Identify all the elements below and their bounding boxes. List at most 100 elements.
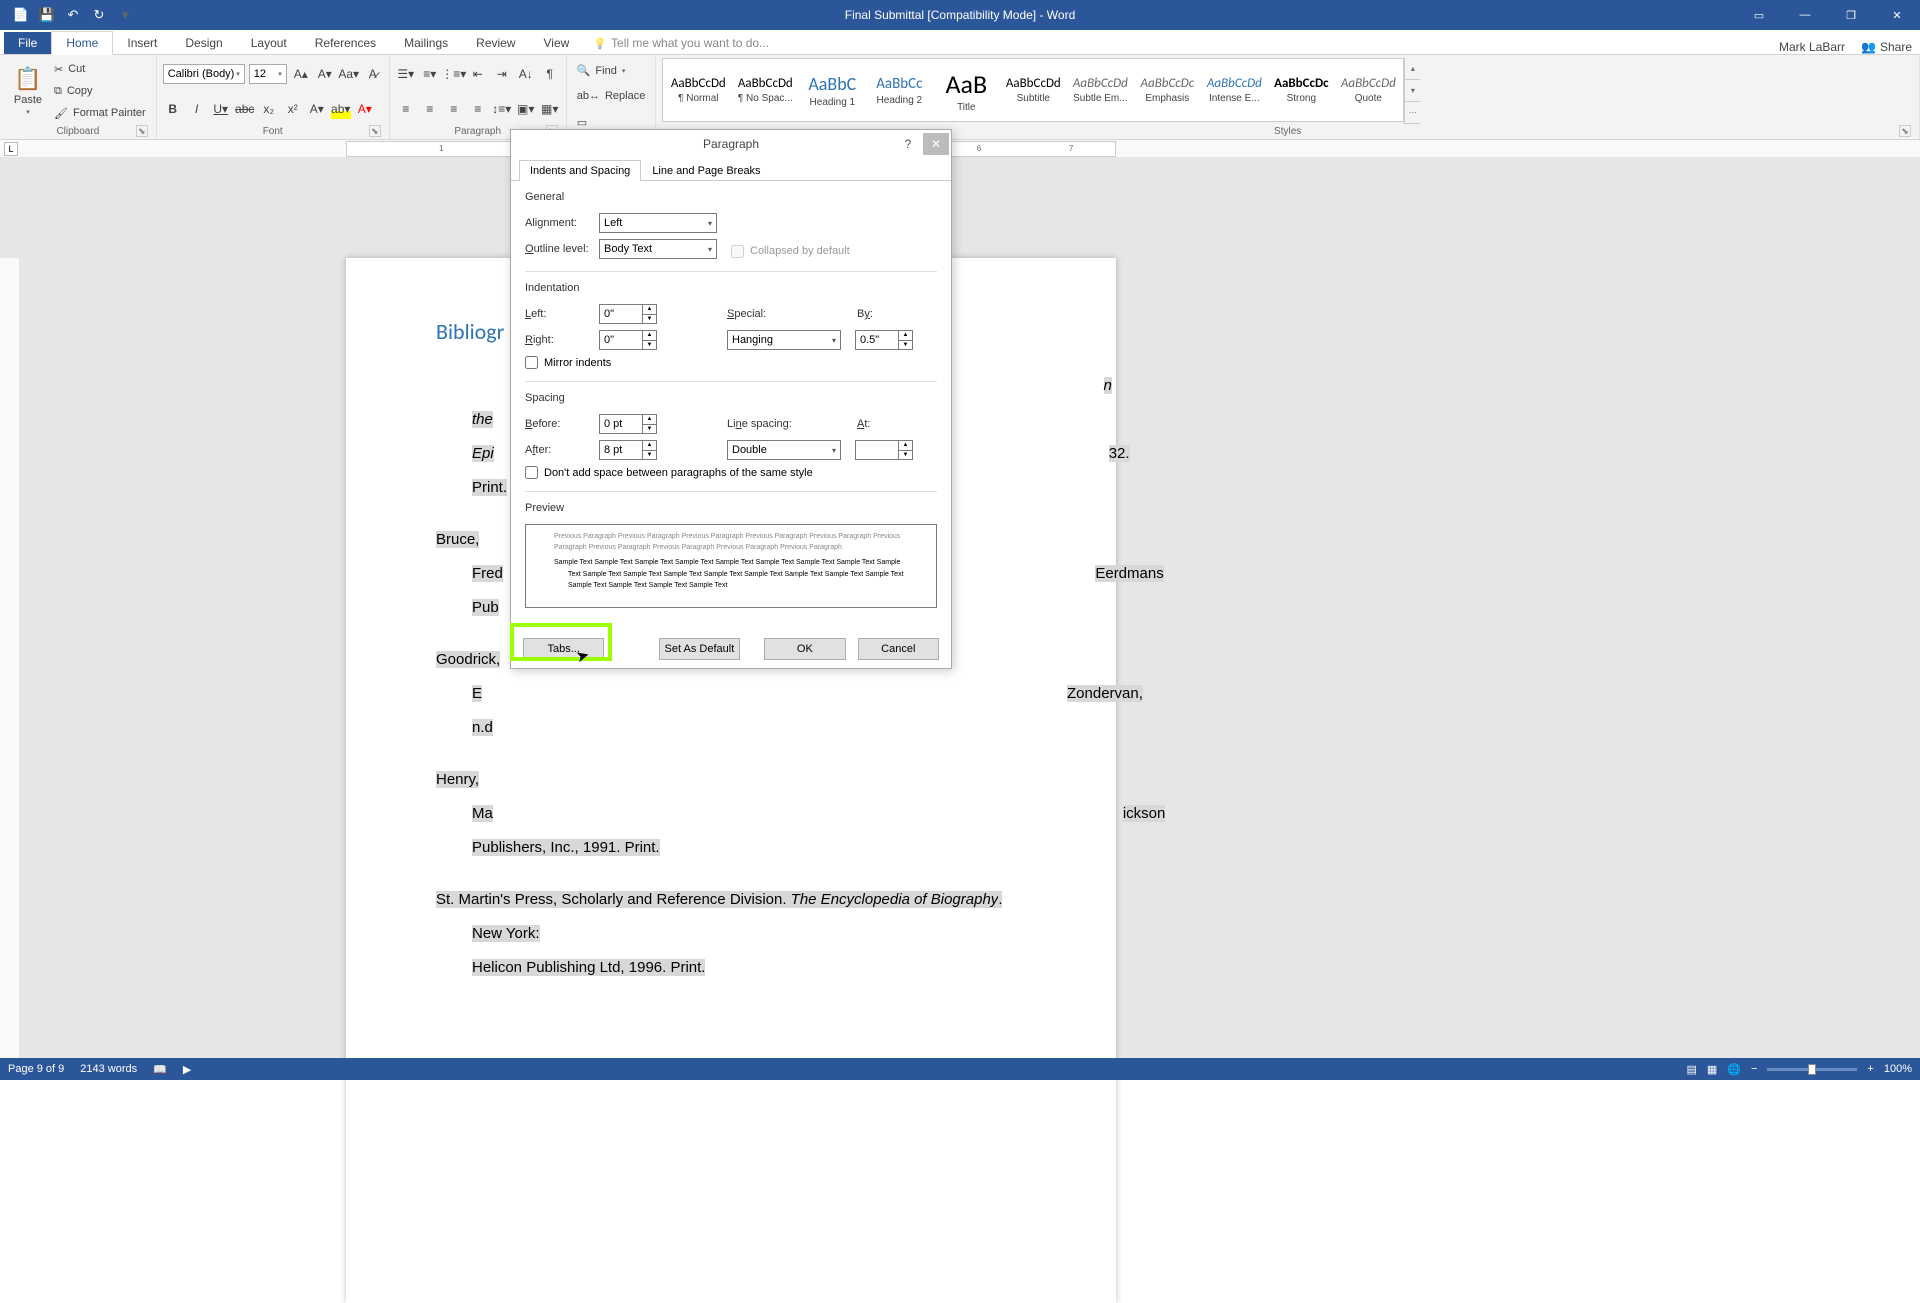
by-spinner[interactable]: 0.5"▲▼	[855, 330, 913, 350]
indent-left-spinner[interactable]: 0"▲▼	[599, 304, 657, 324]
format-painter-button[interactable]: 🖌Format Painter	[50, 103, 150, 123]
styles-gallery-more[interactable]: ▴▾⋯	[1404, 58, 1420, 124]
text-effects-icon[interactable]: A▾	[307, 99, 327, 119]
tab-review[interactable]: Review	[462, 32, 529, 54]
tab-home[interactable]: Home	[51, 31, 113, 55]
alignment-select[interactable]: Left▾	[599, 213, 717, 233]
cut-button[interactable]: ✂Cut	[50, 59, 150, 79]
tab-design[interactable]: Design	[171, 32, 236, 54]
line-spacing-icon[interactable]: ↕≡▾	[492, 99, 512, 119]
superscript-icon[interactable]: x²	[283, 99, 303, 119]
user-name[interactable]: Mark LaBarr	[1779, 40, 1845, 54]
read-mode-icon[interactable]: ▤	[1686, 1063, 1696, 1076]
outline-select[interactable]: Body Text▾	[599, 239, 717, 259]
show-marks-icon[interactable]: ¶	[540, 64, 560, 84]
copy-button[interactable]: ⧉Copy	[50, 81, 150, 101]
change-case-icon[interactable]: Aa▾	[339, 64, 359, 84]
at-spinner[interactable]: ▲▼	[855, 440, 913, 460]
minimize-icon[interactable]: —	[1782, 0, 1828, 30]
vertical-ruler[interactable]	[0, 258, 20, 1058]
style-item[interactable]: AaBbCcDcEmphasis	[1134, 61, 1200, 119]
style-item[interactable]: AaBbCcDdIntense E...	[1201, 61, 1267, 119]
replace-button[interactable]: ab↔Replace	[573, 86, 650, 106]
close-icon[interactable]: ✕	[1874, 0, 1920, 30]
multilevel-icon[interactable]: ⋮≡▾	[444, 64, 464, 84]
mirror-checkbox[interactable]	[525, 356, 538, 369]
clipboard-dialog-launcher[interactable]: ⬊	[136, 125, 148, 137]
justify-icon[interactable]: ≡	[468, 99, 488, 119]
style-item[interactable]: AaBbCcDdSubtitle	[1000, 61, 1066, 119]
align-left-icon[interactable]: ≡	[396, 99, 416, 119]
subscript-icon[interactable]: x₂	[259, 99, 279, 119]
paste-button[interactable]: 📋 Paste ▾	[6, 58, 50, 124]
shrink-font-icon[interactable]: A▾	[315, 64, 335, 84]
line-spacing-select[interactable]: Double▾	[727, 440, 841, 460]
dialog-close-icon[interactable]: ✕	[923, 133, 949, 155]
qat-customize-icon[interactable]: ▾	[116, 6, 134, 24]
zoom-slider[interactable]	[1767, 1068, 1857, 1071]
set-default-button[interactable]: Set As Default	[659, 638, 740, 660]
increase-indent-icon[interactable]: ⇥	[492, 64, 512, 84]
tell-me-input[interactable]: Tell me what you want to do...	[583, 32, 779, 54]
font-size-select[interactable]: 12▾	[249, 64, 287, 84]
tab-file[interactable]: File	[4, 32, 51, 54]
indent-right-spinner[interactable]: 0"▲▼	[599, 330, 657, 350]
style-item[interactable]: AaBbCcDd¶ No Spac...	[732, 61, 798, 119]
tab-mailings[interactable]: Mailings	[390, 32, 462, 54]
ribbon-display-icon[interactable]: ▭	[1736, 0, 1782, 30]
bold-icon[interactable]: B	[163, 99, 183, 119]
style-item[interactable]: AaBbCcHeading 2	[866, 61, 932, 119]
borders-icon[interactable]: ▦▾	[540, 99, 560, 119]
strikethrough-icon[interactable]: abc	[235, 99, 255, 119]
dialog-help-icon[interactable]: ?	[895, 133, 921, 155]
style-item[interactable]: AaBbCcDcStrong	[1268, 61, 1334, 119]
style-item[interactable]: AaBbCcDdQuote	[1335, 61, 1401, 119]
bullets-icon[interactable]: ☰▾	[396, 64, 416, 84]
print-layout-icon[interactable]: ▦	[1707, 1063, 1717, 1076]
decrease-indent-icon[interactable]: ⇤	[468, 64, 488, 84]
font-dialog-launcher[interactable]: ⬊	[369, 125, 381, 137]
clear-formatting-icon[interactable]: A̷	[363, 64, 383, 84]
italic-icon[interactable]: I	[187, 99, 207, 119]
styles-dialog-launcher[interactable]: ⬊	[1899, 125, 1911, 137]
redo-icon[interactable]: ↻	[90, 6, 108, 24]
dialog-tab-indents[interactable]: Indents and Spacing	[519, 160, 641, 181]
tabs-button[interactable]: Tabs...	[523, 638, 604, 660]
cancel-button[interactable]: Cancel	[858, 638, 939, 660]
style-item[interactable]: AaBTitle	[933, 61, 999, 119]
style-item[interactable]: AaBbCcDd¶ Normal	[665, 61, 731, 119]
maximize-icon[interactable]: ❐	[1828, 0, 1874, 30]
ok-button[interactable]: OK	[764, 638, 845, 660]
status-words[interactable]: 2143 words	[80, 1063, 137, 1075]
tab-layout[interactable]: Layout	[237, 32, 301, 54]
macro-icon[interactable]: ▶	[183, 1063, 191, 1076]
zoom-in-icon[interactable]: +	[1867, 1063, 1873, 1075]
align-center-icon[interactable]: ≡	[420, 99, 440, 119]
sort-icon[interactable]: A↓	[516, 64, 536, 84]
find-button[interactable]: 🔍Find▾	[573, 61, 650, 81]
tab-references[interactable]: References	[301, 32, 390, 54]
shading-icon[interactable]: ▣▾	[516, 99, 536, 119]
undo-icon[interactable]: ↶	[64, 6, 82, 24]
before-spinner[interactable]: 0 pt▲▼	[599, 414, 657, 434]
grow-font-icon[interactable]: A▴	[291, 64, 311, 84]
web-layout-icon[interactable]: 🌐	[1727, 1063, 1741, 1076]
tab-insert[interactable]: Insert	[113, 32, 171, 54]
dialog-tab-breaks[interactable]: Line and Page Breaks	[641, 160, 771, 181]
spelling-icon[interactable]: 📖	[153, 1063, 167, 1076]
special-select[interactable]: Hanging▾	[727, 330, 841, 350]
style-item[interactable]: AaBbCHeading 1	[799, 61, 865, 119]
after-spinner[interactable]: 8 pt▲▼	[599, 440, 657, 460]
highlight-icon[interactable]: ab▾	[331, 99, 351, 119]
underline-icon[interactable]: U▾	[211, 99, 231, 119]
save-icon[interactable]: 💾	[38, 6, 56, 24]
font-name-select[interactable]: Calibri (Body)▾	[163, 64, 245, 84]
no-add-space-checkbox[interactable]	[525, 466, 538, 479]
tab-view[interactable]: View	[530, 32, 584, 54]
tab-selector[interactable]: L	[4, 142, 18, 156]
align-right-icon[interactable]: ≡	[444, 99, 464, 119]
status-page[interactable]: Page 9 of 9	[8, 1063, 64, 1075]
font-color-icon[interactable]: A▾	[355, 99, 375, 119]
styles-gallery[interactable]: AaBbCcDd¶ NormalAaBbCcDd¶ No Spac...AaBb…	[662, 58, 1404, 122]
numbering-icon[interactable]: ≡▾	[420, 64, 440, 84]
